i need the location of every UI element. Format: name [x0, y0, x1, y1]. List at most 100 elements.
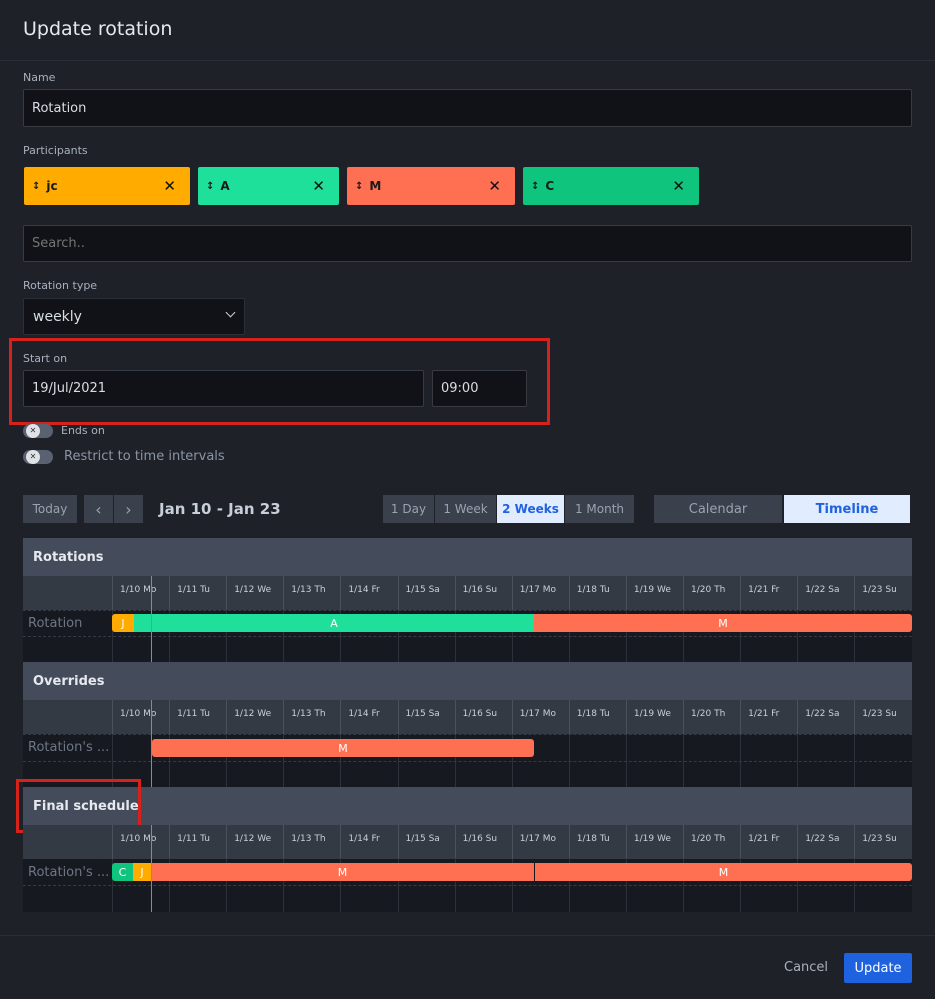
day-column-label: 1/18 Tu — [568, 576, 626, 610]
toggle-off-icon: ✕ — [26, 424, 40, 438]
day-column-label: 1/21 Fr — [740, 825, 797, 859]
rotation-bar[interactable]: J — [112, 614, 134, 632]
remove-icon[interactable]: ✕ — [672, 177, 685, 195]
day-column-label: 1/12 We — [226, 576, 283, 610]
bar-label: J — [140, 865, 144, 879]
bar-label: C — [118, 865, 127, 879]
update-button[interactable]: Update — [844, 953, 912, 983]
final-bar[interactable]: J — [133, 863, 151, 881]
day-column-label: 1/11 Tu — [169, 576, 226, 610]
rotation-type-value: weekly — [33, 308, 82, 325]
day-column-label: 1/15 Sa — [397, 576, 455, 610]
ends-on-toggle[interactable]: ✕ — [23, 424, 53, 438]
final-bar[interactable]: M — [535, 863, 912, 881]
bar-label: A — [330, 616, 338, 630]
participant-name: A — [220, 179, 230, 193]
header-divider — [0, 60, 935, 61]
day-column-label: 1/22 Sa — [797, 576, 854, 610]
bar-label: J — [121, 616, 125, 630]
prev-button[interactable]: ‹ — [84, 495, 113, 523]
day-column-label: 1/14 Fr — [340, 576, 397, 610]
final-bar[interactable]: M — [151, 863, 534, 881]
final-schedule-section-header: Final schedule — [23, 787, 912, 825]
current-time-line — [151, 825, 152, 912]
dialog-title: Update rotation — [23, 18, 173, 40]
footer-divider — [0, 935, 935, 936]
participant-chip-2[interactable]: ↕ A ✕ — [198, 167, 339, 205]
row-label: Rotation's ... — [28, 740, 110, 755]
day-column-label: 1/12 We — [226, 700, 283, 734]
bar-label: M — [338, 741, 348, 755]
timeline-mode-button[interactable]: Timeline — [784, 495, 910, 523]
day-column-label: 1/14 Fr — [340, 825, 397, 859]
day-column-label: 1/18 Tu — [568, 825, 626, 859]
participant-chip-1[interactable]: ↕ jc ✕ — [24, 167, 190, 205]
day-column-label: 1/10 Mo — [112, 576, 169, 610]
participant-chip-4[interactable]: ↕ C ✕ — [523, 167, 699, 205]
participant-name: C — [545, 179, 555, 193]
day-column-label: 1/12 We — [226, 825, 283, 859]
view-1-day-button[interactable]: 1 Day — [383, 495, 434, 523]
day-header-row: 1/10 Mo 1/11 Tu 1/12 We 1/13 Th 1/14 Fr 1/15 … — [23, 700, 912, 734]
participant-name: jc — [46, 179, 58, 193]
day-column-label: 1/11 Tu — [169, 700, 226, 734]
day-column-label: 1/13 Th — [283, 700, 340, 734]
today-button[interactable]: Today — [23, 495, 77, 523]
calendar-mode-button[interactable]: Calendar — [654, 495, 782, 523]
day-column-label: 1/17 Mo — [511, 825, 569, 859]
drag-handle-icon[interactable]: ↕ — [206, 181, 214, 192]
row-divider — [23, 885, 912, 886]
restrict-toggle[interactable]: ✕ — [23, 450, 53, 464]
row-label: Rotation — [28, 616, 83, 631]
day-column-label: 1/16 Su — [454, 825, 512, 859]
day-column-label: 1/20 Th — [683, 825, 740, 859]
view-1-week-button[interactable]: 1 Week — [435, 495, 496, 523]
rotations-section-header: Rotations — [23, 538, 912, 576]
rotation-bar[interactable]: M — [534, 614, 912, 632]
drag-handle-icon[interactable]: ↕ — [531, 181, 539, 192]
day-column-label: 1/10 Mo — [112, 825, 169, 859]
drag-handle-icon[interactable]: ↕ — [355, 181, 363, 192]
name-input[interactable]: Rotation — [23, 89, 912, 127]
row-label: Rotation's ... — [28, 865, 110, 880]
name-label: Name — [23, 71, 56, 84]
restrict-label: Restrict to time intervals — [64, 449, 225, 464]
rotation-type-select[interactable]: weekly — [23, 298, 245, 335]
remove-icon[interactable]: ✕ — [163, 177, 176, 195]
day-column-label: 1/23 Su — [854, 825, 911, 859]
bar-label: M — [718, 616, 728, 630]
date-range-label: Jan 10 - Jan 23 — [159, 500, 281, 518]
next-button[interactable]: › — [114, 495, 143, 523]
rotation-bar[interactable]: A — [134, 614, 534, 632]
toggle-off-icon: ✕ — [26, 450, 40, 464]
drag-handle-icon[interactable]: ↕ — [32, 181, 40, 192]
participant-search-input[interactable] — [23, 225, 912, 262]
cancel-button[interactable]: Cancel — [784, 960, 828, 975]
participants-label: Participants — [23, 144, 88, 157]
day-column-label: 1/23 Su — [854, 576, 911, 610]
day-column-label: 1/22 Sa — [797, 700, 854, 734]
start-time-input[interactable]: 09:00 — [432, 370, 527, 407]
day-column-label: 1/17 Mo — [511, 700, 569, 734]
final-bar[interactable]: C — [112, 863, 133, 881]
day-column-label: 1/19 We — [625, 825, 683, 859]
remove-icon[interactable]: ✕ — [312, 177, 325, 195]
start-date-input[interactable]: 19/Jul/2021 — [23, 370, 424, 407]
bar-label: M — [718, 865, 729, 879]
view-1-month-button[interactable]: 1 Month — [565, 495, 634, 523]
day-column-label: 1/13 Th — [283, 576, 340, 610]
row-divider — [23, 761, 912, 762]
rotations-section: 1/10 Mo 1/11 Tu 1/12 We 1/13 Th 1/14 Fr 1/15 … — [23, 576, 912, 662]
current-time-line — [151, 576, 152, 662]
override-bar[interactable]: M — [152, 739, 534, 757]
participant-chip-3[interactable]: ↕ M ✕ — [347, 167, 515, 205]
row-divider — [23, 734, 912, 735]
day-column-label: 1/17 Mo — [511, 576, 569, 610]
view-2-weeks-button[interactable]: 2 Weeks — [497, 495, 564, 523]
chevron-down-icon — [225, 307, 236, 318]
rotation-type-label: Rotation type — [23, 279, 98, 292]
day-column-label: 1/20 Th — [683, 576, 740, 610]
day-column-label: 1/18 Tu — [568, 700, 626, 734]
day-column-label: 1/21 Fr — [740, 700, 797, 734]
remove-icon[interactable]: ✕ — [488, 177, 501, 195]
